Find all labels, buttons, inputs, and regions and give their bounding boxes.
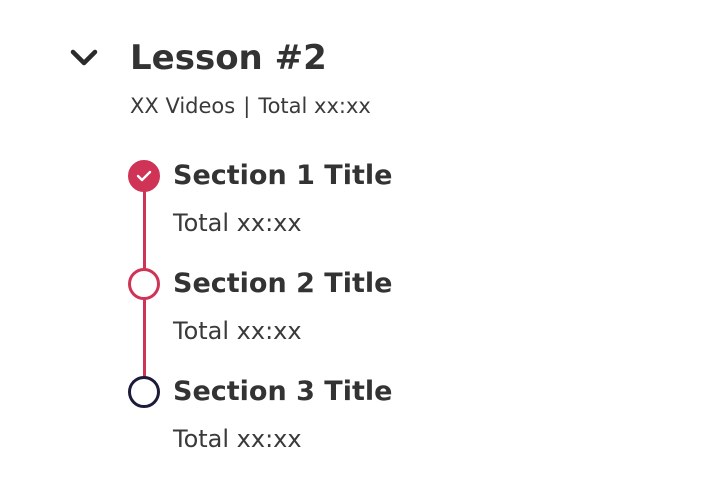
section-title[interactable]: Section 3 Title xyxy=(173,375,392,409)
timeline-connector xyxy=(143,190,146,270)
check-circle-icon xyxy=(128,160,160,192)
lesson-meta-separator: | xyxy=(243,94,251,118)
section-total: Total xx:xx xyxy=(173,425,302,453)
timeline-connector xyxy=(143,298,146,378)
section-title[interactable]: Section 2 Title xyxy=(173,267,392,301)
chevron-down-icon[interactable] xyxy=(68,44,100,72)
lesson-meta: XX Videos | Total xx:xx xyxy=(130,92,371,120)
section-total: Total xx:xx xyxy=(173,209,302,237)
section-title[interactable]: Section 1 Title xyxy=(173,159,392,193)
lesson-video-count: XX Videos xyxy=(130,94,236,118)
circle-outline-icon xyxy=(128,376,160,408)
circle-outline-icon xyxy=(128,268,160,300)
lesson-total-duration: Total xx:xx xyxy=(258,94,371,118)
section-total: Total xx:xx xyxy=(173,317,302,345)
lesson-title: Lesson #2 xyxy=(130,38,327,78)
